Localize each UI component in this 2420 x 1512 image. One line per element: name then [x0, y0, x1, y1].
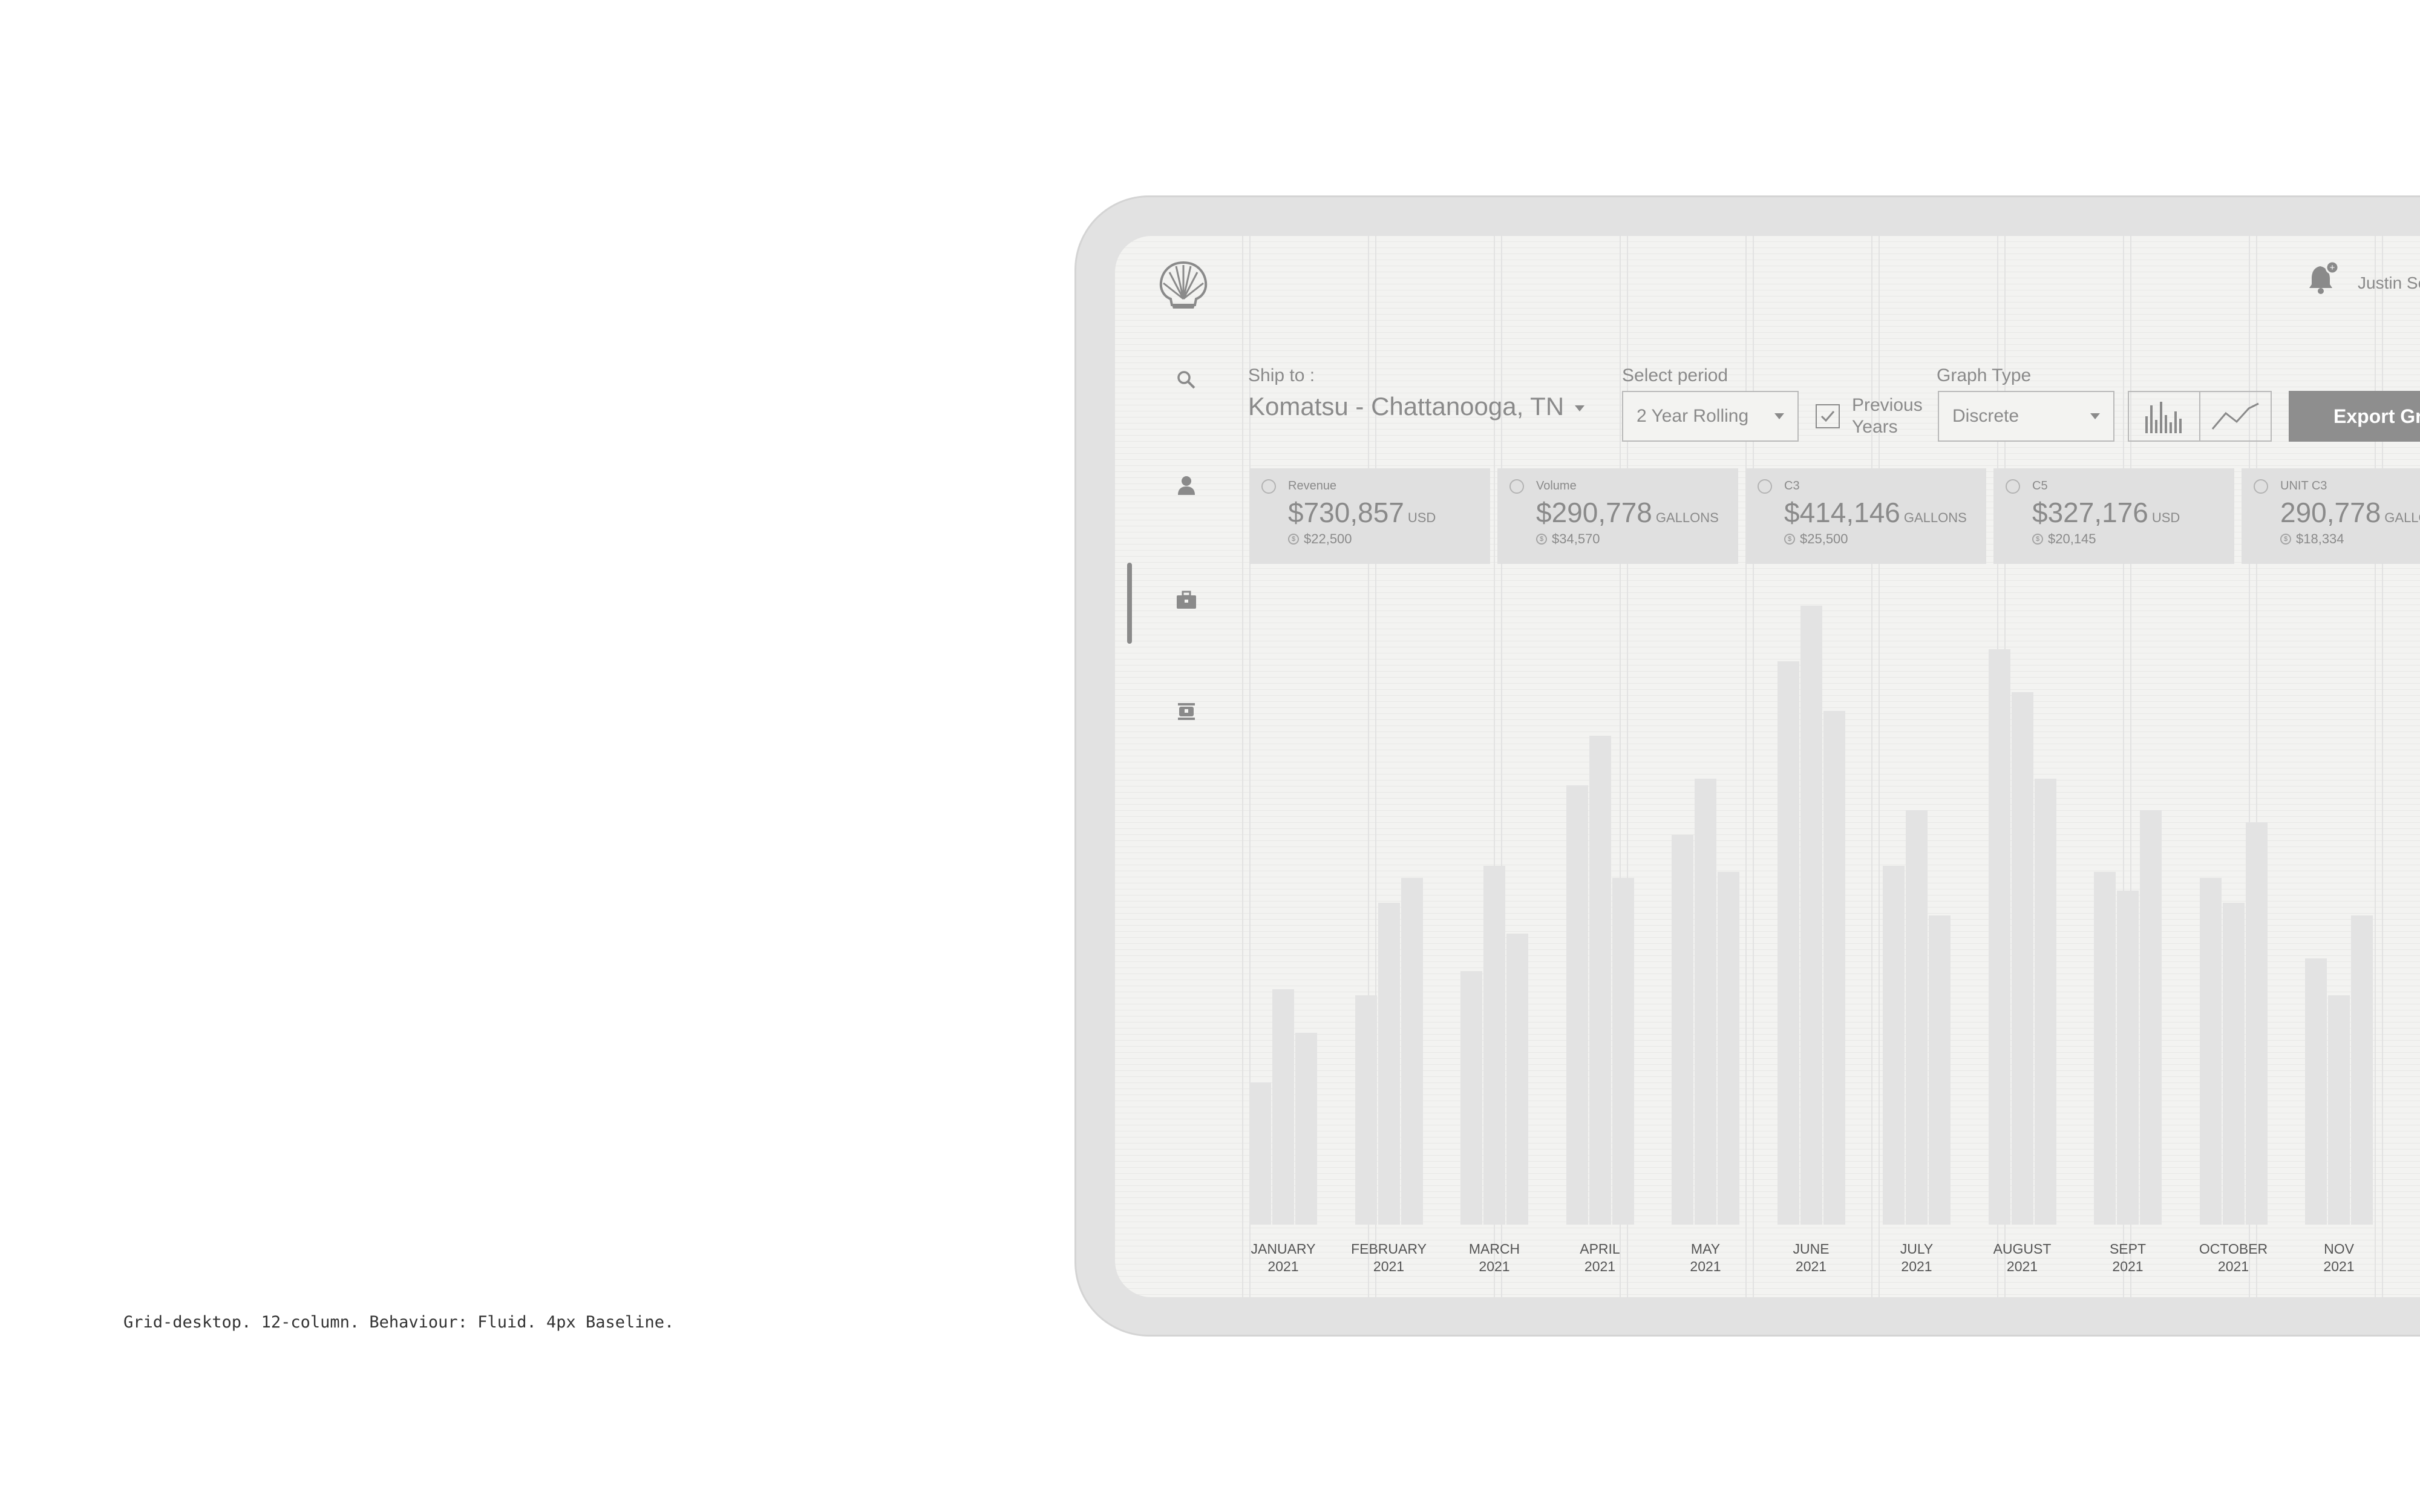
chart-bar[interactable]	[1718, 871, 1739, 1225]
x-tick-label-line: 2021	[1584, 1258, 1616, 1274]
x-tick-label-line: 2021	[1373, 1258, 1405, 1274]
x-tick-label-line: 2021	[1795, 1258, 1827, 1274]
x-tick-label: JANUARY 2021	[1241, 1240, 1326, 1275]
chart-bar[interactable]	[1695, 779, 1716, 1225]
chart-bar[interactable]	[1988, 649, 2010, 1225]
x-tick-label: MAY 2021	[1663, 1240, 1748, 1275]
x-tick-label: NOV 2021	[2297, 1240, 2381, 1275]
x-tick-label: JUNE 2021	[1769, 1240, 1854, 1275]
chart-bar[interactable]	[2305, 958, 2327, 1225]
chart-bar[interactable]	[1566, 785, 1588, 1225]
chart-bar[interactable]	[1378, 903, 1400, 1225]
chart-bar[interactable]	[1906, 810, 1928, 1225]
app-screen: + Justin Se Ship to : Komatsu - Chattano…	[1115, 236, 2420, 1297]
x-tick-label-line: 2021	[1690, 1258, 1721, 1274]
x-tick-label-line: 2021	[1901, 1258, 1932, 1274]
chart-bar[interactable]	[1460, 970, 1482, 1225]
x-tick-label-line: 2021	[2112, 1258, 2144, 1274]
chart-bar[interactable]	[2011, 692, 2033, 1225]
x-tick-label-line: 2021	[1479, 1258, 1510, 1274]
chart-bar[interactable]	[2094, 871, 2116, 1225]
bar-chart: JANUARY 2021 FEBRUARY 2021 MARCH 2021 APRIL 202…	[1115, 236, 2420, 1297]
chart-bar[interactable]	[1672, 834, 1693, 1225]
chart-bar[interactable]	[1506, 934, 1528, 1225]
x-tick-label: FEBRUARY 2021	[1347, 1240, 1431, 1275]
x-tick-label: OCTOBER 2021	[2191, 1240, 2276, 1275]
chart-bar[interactable]	[2034, 779, 2056, 1225]
chart-bar[interactable]	[1401, 878, 1423, 1225]
chart-bar[interactable]	[2328, 995, 2350, 1225]
x-tick-label: APRIL 2021	[1558, 1240, 1643, 1275]
x-tick-label-line: APRIL	[1580, 1241, 1620, 1257]
chart-bar[interactable]	[1929, 915, 1951, 1225]
x-tick-label-line: JANUARY	[1251, 1241, 1316, 1257]
x-tick-label-line: OCTOBER	[2199, 1241, 2268, 1257]
x-tick-label-line: MAY	[1690, 1241, 1721, 1257]
x-tick-label-line: JUNE	[1793, 1241, 1830, 1257]
chart-bar[interactable]	[2140, 810, 2162, 1225]
chart-bar[interactable]	[1777, 661, 1799, 1225]
x-tick-label-line: 2021	[2217, 1258, 2249, 1274]
x-tick-label-line: JULY	[1900, 1241, 1934, 1257]
chart-bar[interactable]	[2222, 903, 2245, 1225]
chart-bar[interactable]	[1355, 995, 1377, 1225]
x-tick-label-line: MARCH	[1468, 1241, 1520, 1257]
chart-bar[interactable]	[1823, 710, 1845, 1225]
x-tick-label-line: 2021	[2323, 1258, 2355, 1274]
chart-bar[interactable]	[1483, 865, 1505, 1225]
x-tick-label: MARCH 2021	[1452, 1240, 1537, 1275]
chart-bar[interactable]	[2117, 890, 2139, 1225]
chart-bar[interactable]	[2245, 822, 2268, 1225]
chart-bar[interactable]	[1800, 606, 1822, 1225]
x-tick-label: JULY 2021	[1874, 1240, 1959, 1275]
x-tick-label-line: NOV	[2324, 1241, 2354, 1257]
x-tick-label-line: FEBRUARY	[1351, 1241, 1427, 1257]
grid-caption: Grid-desktop. 12-column. Behaviour: Flui…	[123, 1313, 675, 1332]
chart-bar[interactable]	[2351, 915, 2373, 1225]
chart-bar[interactable]	[1612, 878, 1634, 1225]
x-tick-label-line: 2021	[1267, 1258, 1299, 1274]
chart-bar[interactable]	[1295, 1032, 1317, 1225]
chart-bar[interactable]	[1272, 989, 1294, 1225]
x-tick-label-line: 2021	[2006, 1258, 2038, 1274]
chart-bar[interactable]	[1589, 735, 1611, 1225]
x-tick-label-line: SEPT	[2109, 1241, 2147, 1257]
x-tick-label: AUGUST 2021	[1980, 1240, 2065, 1275]
chart-bar[interactable]	[1249, 1082, 1271, 1225]
x-tick-label-line: AUGUST	[1993, 1241, 2052, 1257]
chart-bar[interactable]	[2199, 878, 2222, 1225]
x-tick-label: SEPT 2021	[2085, 1240, 2170, 1275]
chart-bar[interactable]	[1883, 865, 1905, 1225]
